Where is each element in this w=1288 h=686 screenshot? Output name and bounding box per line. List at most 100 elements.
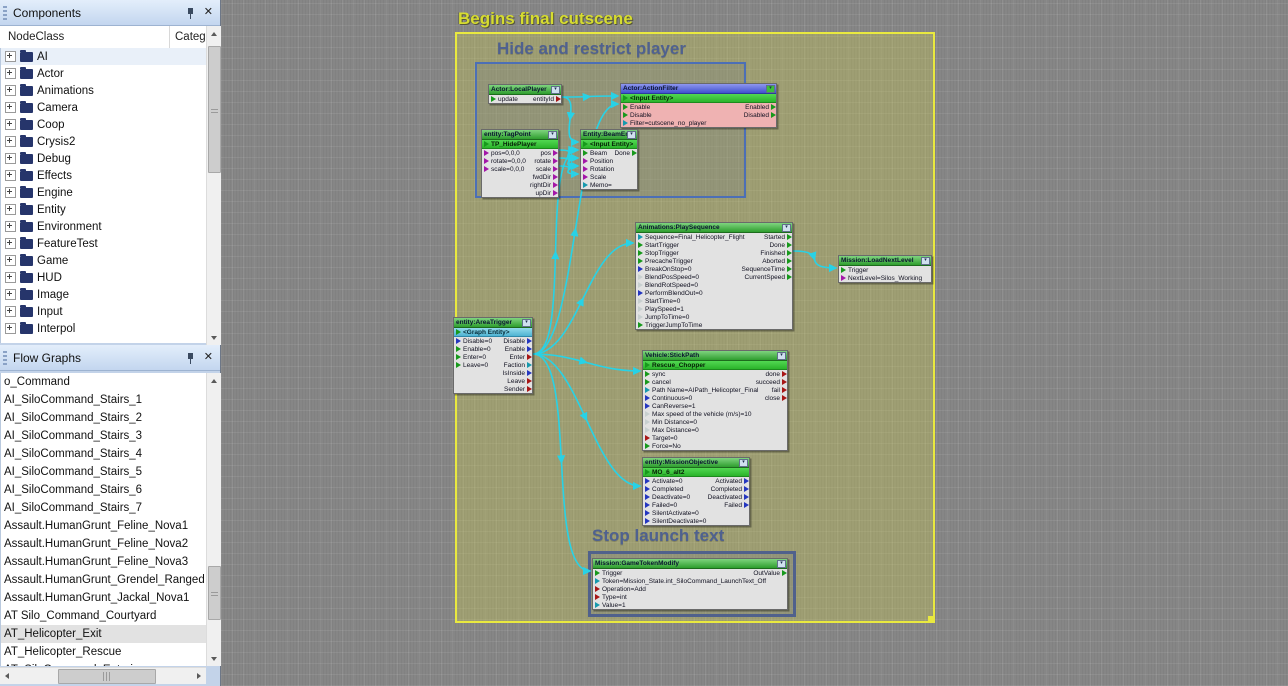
tree-item-coop[interactable]: Coop [1,116,206,133]
output-port[interactable]: Finished [760,250,790,257]
input-port[interactable]: Trigger [841,267,868,274]
input-port[interactable]: Enter=0 [456,354,486,361]
input-port[interactable]: sync [645,371,665,378]
output-port[interactable]: OutValue [753,570,785,577]
output-port-icon[interactable] [782,395,787,401]
node-header[interactable]: Entity:BeamEntity▾ [581,130,637,140]
output-port-icon[interactable] [744,502,749,508]
expand-icon[interactable] [5,306,16,317]
output-port[interactable]: fwdDir [533,174,556,181]
node-play-sequence[interactable]: Animations:PlaySequence▾Sequence=Final_H… [635,222,793,330]
output-port[interactable]: Disable [503,338,530,345]
input-port-icon[interactable] [456,338,461,344]
input-port[interactable]: scale=0,0,0 [484,166,524,173]
output-port-icon[interactable] [787,250,792,256]
input-port-icon[interactable] [645,435,650,441]
components-vertical-scrollbar[interactable] [206,26,221,345]
components-titlebar[interactable]: Components ✕ [0,0,220,26]
input-port-icon[interactable] [491,96,496,102]
tree-item-effects[interactable]: Effects [1,167,206,184]
expand-icon[interactable] [5,289,16,300]
input-port[interactable]: SilentDeactivate=0 [645,518,706,525]
output-port-icon[interactable] [787,242,792,248]
pin-icon[interactable] [185,7,196,19]
input-port[interactable]: Token=Mission_State.int_SiloCommand_Laun… [595,578,766,585]
output-port-icon[interactable] [527,370,532,376]
tree-item-hud[interactable]: HUD [1,269,206,286]
input-port[interactable]: CanReverse=1 [645,403,696,410]
output-port-icon[interactable] [527,386,532,392]
input-port-icon[interactable] [645,518,650,524]
node-header[interactable]: Actor:LocalPlayer▾ [489,85,561,95]
output-port-icon[interactable] [632,150,637,156]
input-port[interactable]: Leave=0 [456,362,488,369]
scroll-left-button[interactable] [0,668,14,683]
output-port-icon[interactable] [787,234,792,240]
node-entity-row[interactable]: Rescue_Chopper [643,361,787,370]
input-port[interactable]: SilentActivate=0 [645,510,699,517]
input-port[interactable]: StartTrigger [638,242,679,249]
input-port-icon[interactable] [638,282,643,288]
expand-icon[interactable] [5,102,16,113]
input-port-icon[interactable] [645,443,650,449]
scrollbar-thumb[interactable] [208,46,221,173]
tree-item-game[interactable]: Game [1,252,206,269]
close-icon[interactable]: ✕ [204,7,213,18]
node-tag-point[interactable]: entity:TagPoint▾TP_HidePlayerpos=0,0,0po… [481,129,559,198]
input-port[interactable]: BlendPosSpeed=0 [638,274,699,281]
output-port[interactable]: Done [614,150,635,157]
input-port[interactable]: Position [583,158,613,165]
input-port-icon[interactable] [456,354,461,360]
input-port[interactable]: PrecacheTrigger [638,258,693,265]
input-port[interactable]: Enable [623,104,650,111]
output-port[interactable]: Done [769,242,790,249]
input-port-icon[interactable] [645,427,650,433]
input-port[interactable]: Max speed of the vehicle (m/s)=10 [645,411,752,418]
output-port[interactable]: upDir [535,190,556,197]
expand-icon[interactable] [5,221,16,232]
expand-icon[interactable] [5,153,16,164]
input-port[interactable]: Path Name=AIPath_Helicopter_Final [645,387,758,394]
input-port[interactable]: TriggerJumpToTime [638,322,702,329]
input-port-icon[interactable] [484,141,489,147]
output-port[interactable]: CurrentSpeed [745,274,790,281]
input-port-icon[interactable] [638,266,643,272]
input-port-icon[interactable] [638,322,643,328]
input-port-icon[interactable] [645,371,650,377]
flowgraphs-list[interactable]: o_CommandAI_SiloCommand_Stairs_1AI_SiloC… [0,373,206,666]
output-port-icon[interactable] [553,182,558,188]
output-port-icon[interactable] [553,190,558,196]
output-port[interactable]: done [766,371,785,378]
output-port[interactable]: Faction [504,362,530,369]
flowgraph-list-item[interactable]: AI_SiloCommand_Stairs_6 [1,481,206,499]
input-port-icon[interactable] [645,419,650,425]
node-entity-row[interactable]: <Input Entity> [621,94,776,103]
output-port[interactable]: Sender [504,386,530,393]
components-tree[interactable]: AIActorAnimationsCameraCoopCrysis2DebugE… [0,48,206,343]
output-port-icon[interactable] [527,362,532,368]
input-port-icon[interactable] [595,594,600,600]
output-port-icon[interactable] [782,379,787,385]
scroll-up-button[interactable] [207,373,221,388]
column-nodeclass[interactable]: NodeClass [0,26,170,48]
node-minimize-button[interactable]: ▾ [522,319,531,327]
node-mission-objective[interactable]: entity:MissionObjective▾MO_6_alt2Activat… [642,457,750,526]
input-port[interactable]: Activate=0 [645,478,683,485]
output-port-icon[interactable] [744,478,749,484]
input-port-icon[interactable] [841,267,846,273]
output-port-icon[interactable] [787,266,792,272]
input-port-icon[interactable] [645,387,650,393]
output-port-icon[interactable] [744,494,749,500]
tree-item-engine[interactable]: Engine [1,184,206,201]
output-port-icon[interactable] [527,378,532,384]
output-port[interactable]: pos [541,150,556,157]
input-port-icon[interactable] [645,469,650,475]
input-port[interactable]: update [491,96,518,103]
input-port-icon[interactable] [595,578,600,584]
output-port[interactable]: IsInside [503,370,530,377]
node-minimize-button[interactable]: ▾ [551,86,560,94]
output-port[interactable]: entityId [533,96,559,103]
flowgraph-list-item[interactable]: AT_SiloCommand_Entering [1,661,206,666]
input-port[interactable]: rotate=0,0,0 [484,158,526,165]
output-port[interactable]: Enabled [745,104,774,111]
